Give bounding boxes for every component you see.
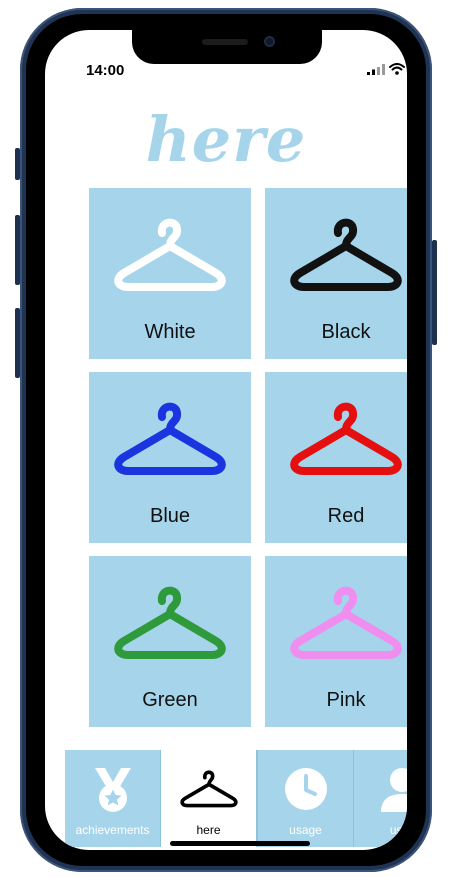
hanger-label: Green — [142, 689, 198, 711]
hanger-outline — [114, 586, 226, 659]
hanger-tile-red[interactable]: Red — [265, 372, 407, 543]
user-icon — [380, 768, 407, 812]
hanger-tile-blue[interactable]: Blue — [89, 372, 251, 543]
wifi-icon — [389, 63, 405, 75]
phone-frame: 14:00 here White Black Blue Red Green Pi… — [20, 8, 432, 872]
medal-icon — [94, 768, 131, 812]
front-camera — [264, 36, 275, 47]
hanger-icon — [290, 402, 402, 475]
hanger-label: Blue — [149, 505, 191, 527]
hanger-label: Black — [321, 321, 371, 343]
notch — [132, 30, 322, 64]
tab-achievements[interactable]: achievements — [65, 750, 160, 847]
hanger-outline — [114, 402, 226, 475]
phone-bezel: 14:00 here White Black Blue Red Green Pi… — [26, 14, 426, 866]
status-time: 14:00 — [86, 62, 125, 79]
hanger-label: Pink — [326, 689, 366, 711]
speaker-grille — [202, 39, 248, 45]
hanger-icon — [179, 770, 238, 808]
bottom-tab-bar: achievements here usage use — [65, 750, 407, 847]
tab-label: usage — [289, 823, 322, 837]
hanger-tile-green[interactable]: Green — [89, 556, 251, 727]
app-title: here — [145, 103, 307, 176]
tab-here[interactable]: here — [160, 750, 257, 847]
signal-icon — [367, 63, 385, 75]
hanger-icon — [114, 218, 226, 291]
tab-user[interactable]: user — [353, 750, 407, 847]
power-button — [432, 240, 437, 345]
tab-label: achievements — [75, 823, 150, 837]
hanger-icon — [290, 586, 402, 659]
hanger-outline — [290, 586, 402, 659]
hanger-tile-white[interactable]: White — [89, 188, 251, 359]
hanger-label: Red — [327, 505, 365, 527]
hanger-outline — [290, 402, 402, 475]
hanger-color-grid: White Black Blue Red Green Pink — [89, 188, 407, 728]
home-indicator[interactable] — [170, 841, 310, 846]
hanger-outline — [114, 218, 226, 291]
tab-label: user — [389, 823, 407, 837]
tab-label: here — [196, 823, 221, 837]
hanger-outline — [290, 218, 402, 291]
clock-icon — [284, 768, 327, 810]
app-screen: 14:00 here White Black Blue Red Green Pi… — [45, 30, 407, 850]
tab-usage[interactable]: usage — [257, 750, 353, 847]
hanger-icon — [114, 586, 226, 659]
hanger-tile-pink[interactable]: Pink — [265, 556, 407, 727]
hanger-tile-black[interactable]: Black — [265, 188, 407, 359]
hanger-icon — [290, 218, 402, 291]
hanger-label: White — [144, 321, 196, 343]
hanger-icon — [114, 402, 226, 475]
status-icons — [367, 63, 407, 75]
